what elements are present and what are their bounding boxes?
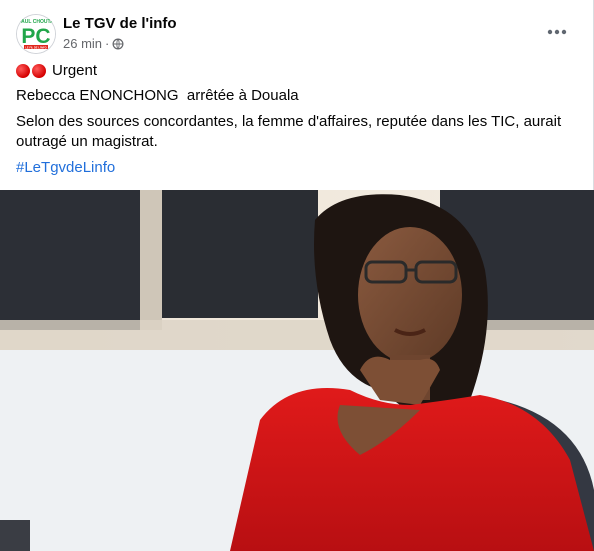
post-meta: 26 min · — [63, 36, 124, 51]
facebook-post: PAUL CHOUTA PC LE FIL DE L'INFO Le TGV d… — [0, 0, 594, 551]
page-name[interactable]: Le TGV de l'info — [63, 15, 177, 32]
meta-separator: · — [105, 36, 110, 51]
urgent-label: Urgent — [52, 62, 98, 79]
more-horizontal-icon — [547, 29, 567, 35]
paragraph-line-1: Selon des sources concordantes, la femme… — [16, 113, 562, 130]
paragraph: Selon des sources concordantes, la femme… — [16, 112, 577, 152]
post-photo[interactable] — [0, 190, 594, 551]
post-timestamp[interactable]: 26 min — [63, 36, 102, 51]
paul-chouta-logo: PAUL CHOUTA PC LE FIL DE L'INFO — [17, 15, 55, 53]
headline: Rebecca ENONCHONG arrêtée à Douala — [16, 87, 299, 104]
red-circle-emoji-icon — [16, 64, 30, 78]
page-avatar[interactable]: PAUL CHOUTA PC LE FIL DE L'INFO — [16, 14, 56, 54]
urgent-line: Urgent — [16, 60, 577, 82]
paragraph-line-2: outragé un magistrat. — [16, 133, 158, 150]
hashtag-link[interactable]: #LeTgvdeLinfo — [16, 158, 577, 178]
globe-icon[interactable] — [112, 38, 124, 50]
logo-bottom-text: LE FIL DE L'INFO — [25, 45, 46, 49]
post-header: PAUL CHOUTA PC LE FIL DE L'INFO Le TGV d… — [16, 12, 577, 56]
woman-portrait-image — [0, 190, 594, 551]
logo-letters: PC — [21, 25, 50, 48]
red-circle-emoji-icon — [32, 64, 46, 78]
post-text: Urgent Rebecca ENONCHONG arrêtée à Doual… — [16, 60, 577, 178]
more-options-button[interactable] — [543, 18, 571, 46]
